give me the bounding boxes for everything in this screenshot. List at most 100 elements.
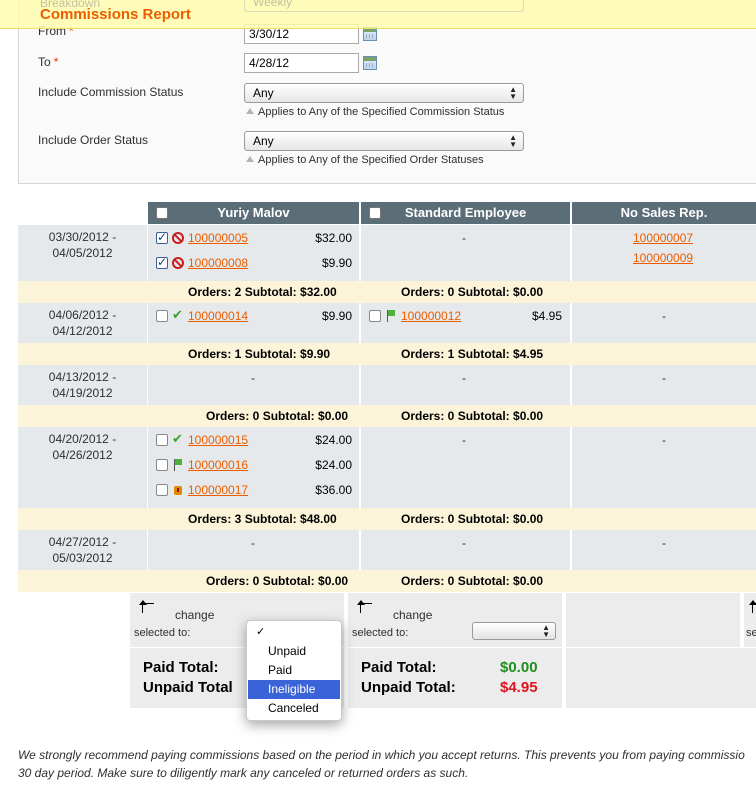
subtotal-row: Orders: 0 Subtotal: $0.00 Orders: 0 Subt… (18, 405, 756, 427)
subtotal-row: Orders: 3 Subtotal: $48.00 Orders: 0 Sub… (18, 508, 756, 530)
to-label: To * (38, 55, 59, 69)
order-amount: $24.00 (315, 458, 352, 472)
footer-line-1: We strongly recommend paying commissions… (18, 748, 745, 762)
paid-total-label: Paid Total: (361, 659, 437, 676)
subtotal-text: Orders: 3 Subtotal: $48.00 (188, 512, 337, 526)
paid-total-value: $0.00 (500, 659, 538, 676)
order-amount: $9.90 (321, 256, 352, 270)
subtotal-text: Orders: 0 Subtotal: $0.00 (401, 409, 544, 423)
empty-dash: - (462, 433, 466, 447)
subtotal-text: Orders: 1 Subtotal: $4.95 (401, 347, 544, 361)
commission-status-hint: Applies to Any of the Specified Commissi… (246, 106, 504, 118)
to-date-input[interactable]: 4/28/12 (244, 53, 359, 73)
change-text: change (175, 608, 215, 622)
flag-icon (385, 310, 397, 322)
order-link[interactable]: 100000009 (633, 251, 693, 265)
period-cell: 04/13/2012 -04/19/2012 (18, 365, 147, 405)
order-amount: $9.90 (321, 309, 352, 323)
order-link[interactable]: 100000016 (188, 458, 248, 472)
subtotal-row: Orders: 0 Subtotal: $0.00 Orders: 0 Subt… (18, 570, 756, 592)
select-arrows-icon: ▲ ▼ (509, 85, 517, 101)
column-header-yuriy: Yuriy Malov (148, 202, 359, 224)
denied-status-icon (172, 257, 184, 269)
dropdown-blank-option[interactable]: ✓ (248, 623, 340, 642)
order-link[interactable]: 100000015 (188, 433, 248, 447)
column-header-no-sales-rep: No Sales Rep. (572, 202, 756, 224)
commission-status-select[interactable]: Any ▲ ▼ (244, 83, 524, 103)
select-all-checkbox[interactable] (156, 207, 168, 219)
order-amount: $4.95 (531, 309, 562, 323)
change-text: change (393, 608, 433, 622)
status-dropdown-menu[interactable]: ✓ Unpaid Paid Ineligible Canceled (246, 620, 342, 721)
unpaid-total-label: Unpaid Total (143, 679, 233, 696)
unpaid-total-label: Unpaid Total: (361, 679, 456, 696)
empty-dash: - (662, 371, 666, 385)
period-cell: 03/30/2012 -04/05/2012 (18, 225, 147, 281)
paid-check-icon (172, 307, 184, 323)
order-link[interactable]: 100000017 (188, 483, 248, 497)
footer-line-2: 30 day period. Make sure to diligently m… (18, 766, 469, 780)
order-amount: $36.00 (315, 483, 352, 497)
order-checkbox[interactable] (156, 434, 168, 446)
dropdown-option-unpaid[interactable]: Unpaid (248, 642, 340, 661)
empty-dash: - (462, 371, 466, 385)
commission-status-value: Any (253, 86, 274, 100)
order-link[interactable]: 100000014 (188, 309, 248, 323)
empty-dash: - (251, 371, 255, 385)
subtotal-row: Orders: 2 Subtotal: $32.00 Orders: 0 Sub… (18, 281, 756, 303)
select-arrows-icon: ▲ ▼ (509, 133, 517, 149)
order-link[interactable]: 100000012 (401, 309, 461, 323)
subtotal-text: Orders: 1 Subtotal: $9.90 (188, 347, 331, 361)
order-link[interactable]: 100000005 (188, 231, 248, 245)
standard-status-select[interactable]: ▲ ▼ (472, 622, 556, 640)
nosales-action-panel (566, 593, 740, 647)
dropdown-option-paid[interactable]: Paid (248, 661, 340, 680)
order-amount: $32.00 (315, 231, 352, 245)
corner-arrow-icon (139, 600, 154, 613)
order-status-value: Any (253, 134, 274, 148)
selected-to-label-cut: se (746, 627, 756, 639)
period-cell: 04/06/2012 -04/12/2012 (18, 303, 147, 343)
commission-status-label: Include Commission Status (38, 85, 184, 99)
denied-status-icon (172, 232, 184, 244)
order-checkbox[interactable] (156, 484, 168, 496)
empty-dash: - (662, 309, 666, 323)
subtotal-text: Orders: 2 Subtotal: $32.00 (188, 285, 337, 299)
order-checkbox[interactable] (369, 310, 381, 322)
order-status-hint: Applies to Any of the Specified Order St… (246, 154, 484, 166)
subtotal-text: Orders: 0 Subtotal: $0.00 (401, 574, 544, 588)
order-status-select[interactable]: Any ▲ ▼ (244, 131, 524, 151)
unpaid-total-value: $4.95 (500, 679, 538, 696)
order-amount: $24.00 (315, 433, 352, 447)
footer-note: We strongly recommend paying commissions… (18, 746, 756, 782)
subtotal-text: Orders: 0 Subtotal: $0.00 (401, 285, 544, 299)
column-header-standard: Standard Employee (361, 202, 570, 224)
paid-check-icon (172, 431, 184, 447)
order-checkbox[interactable] (156, 310, 168, 322)
subtotal-text: Orders: 0 Subtotal: $0.00 (206, 574, 349, 588)
subtotal-row: Orders: 1 Subtotal: $9.90 Orders: 1 Subt… (18, 343, 756, 365)
period-cell: 04/27/2012 -05/03/2012 (18, 530, 147, 570)
dropdown-option-ineligible[interactable]: Ineligible (248, 680, 340, 699)
empty-dash: - (462, 231, 466, 245)
empty-dash: - (662, 536, 666, 550)
order-checkbox[interactable] (156, 459, 168, 471)
breakdown-select[interactable]: Weekly (244, 0, 524, 12)
selected-to-label: selected to: (134, 627, 191, 639)
subtotal-text: Orders: 0 Subtotal: $0.00 (206, 409, 349, 423)
select-all-checkbox[interactable] (369, 207, 381, 219)
nosales-totals-panel (566, 648, 756, 708)
corner-arrow-icon (749, 600, 756, 613)
empty-dash: - (662, 433, 666, 447)
calendar-icon[interactable] (363, 56, 377, 70)
order-checkbox[interactable] (156, 255, 168, 269)
order-link[interactable]: 100000007 (633, 231, 693, 245)
order-link[interactable]: 100000008 (188, 256, 248, 270)
order-checkbox[interactable] (156, 230, 168, 244)
checkmark-icon: ✓ (256, 626, 266, 638)
dropdown-option-canceled[interactable]: Canceled (248, 699, 340, 718)
floating-header: Breakdown Weekly Commissions Report (0, 0, 756, 29)
select-arrows-icon: ▲ ▼ (542, 623, 550, 639)
empty-dash: - (251, 536, 255, 550)
calendar-icon[interactable] (363, 27, 377, 41)
